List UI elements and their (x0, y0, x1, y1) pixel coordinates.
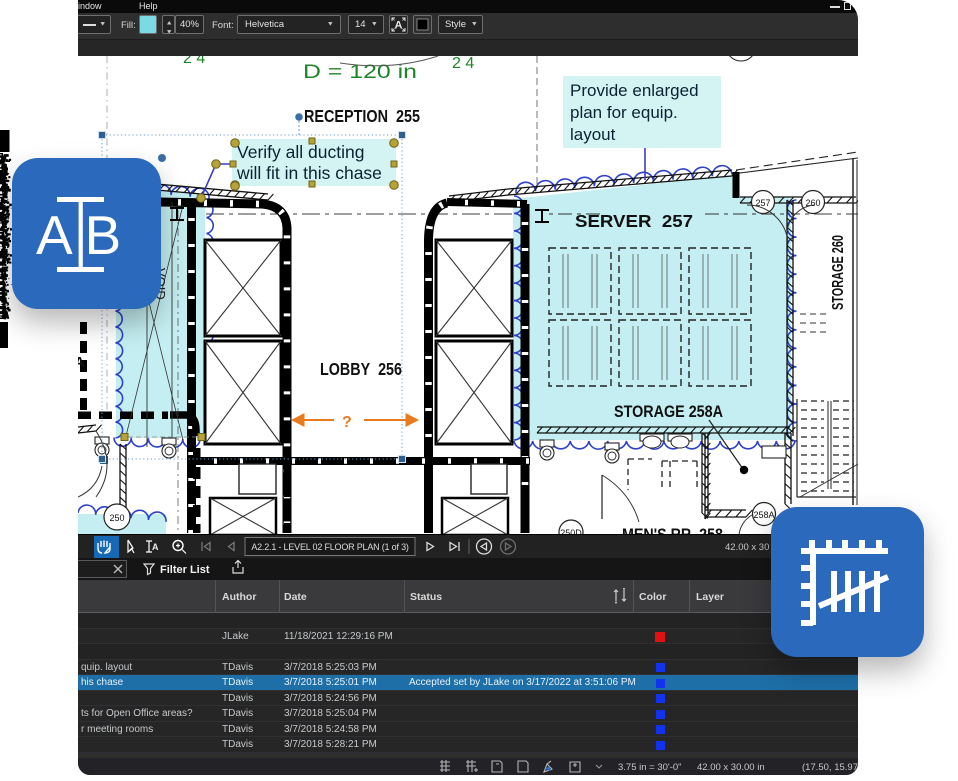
svg-text:Verify all ducting: Verify all ducting (237, 142, 364, 162)
svg-text:42.00 x 30: 42.00 x 30 (725, 542, 769, 553)
svg-text:layout: layout (570, 125, 616, 144)
svg-text:2 4: 2 4 (183, 56, 205, 67)
svg-text:A: A (78, 354, 85, 371)
svg-text:plan for equip.: plan for equip. (570, 103, 678, 122)
svg-text:2 4: 2 4 (452, 56, 474, 72)
svg-text:250: 250 (109, 513, 124, 523)
svg-text:?: ? (342, 414, 352, 431)
svg-text:STORAGE 258A: STORAGE 258A (614, 403, 723, 421)
svg-text:A2.2.1 - LEVEL 02 FLOOR PLAN (: A2.2.1 - LEVEL 02 FLOOR PLAN (1 of 3) (251, 542, 409, 552)
svg-text:will fit in this chase: will fit in this chase (236, 163, 382, 183)
svg-text:B: B (85, 204, 122, 266)
svg-text:STORAGE 260: STORAGE 260 (830, 235, 847, 310)
svg-text:A: A (152, 542, 159, 552)
svg-text:Provide enlarged: Provide enlarged (570, 81, 699, 100)
svg-text:LOBBY 256: LOBBY 256 (320, 359, 402, 379)
svg-text:A: A (395, 20, 403, 32)
svg-text:RECEPTION 255: RECEPTION 255 (304, 106, 420, 126)
svg-text:MEN'S RR 258: MEN'S RR 258 (622, 525, 723, 534)
svg-text:Filter List: Filter List (160, 564, 210, 576)
svg-text:A: A (36, 204, 73, 266)
